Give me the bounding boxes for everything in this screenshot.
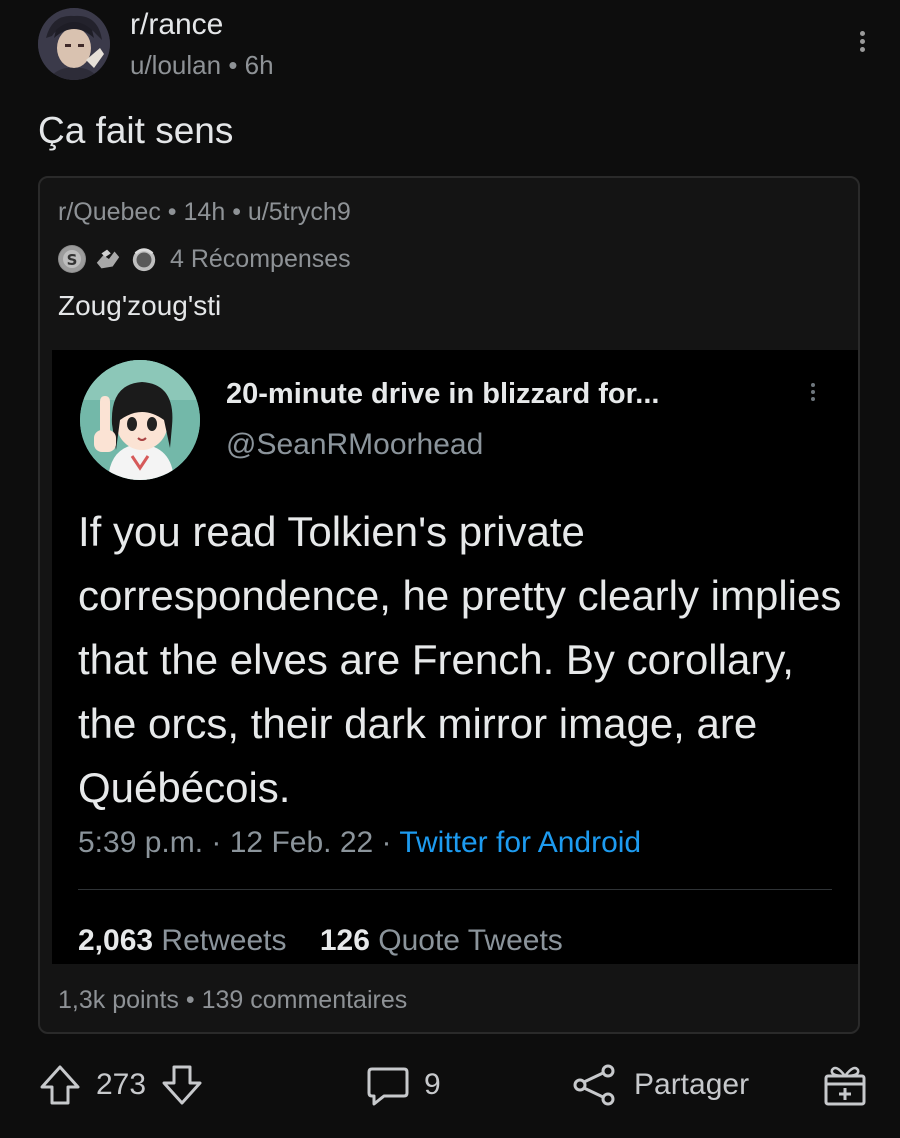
- comments-button[interactable]: 9: [366, 1060, 441, 1110]
- subreddit-name[interactable]: r/rance: [130, 8, 223, 42]
- crosspost-points: 1,3k points: [58, 986, 179, 1014]
- retweets-count: 2,063: [78, 924, 154, 957]
- meta-separator: •: [228, 50, 238, 80]
- retweets-label: Retweets: [161, 924, 287, 957]
- post-meta: u/loulan • 6h: [130, 50, 274, 81]
- tweet-handle: @SeanRMoorhead: [226, 428, 484, 461]
- wholesome-award-icon: [94, 245, 122, 273]
- quotes-count: 126: [319, 924, 370, 957]
- user-avatar[interactable]: [38, 8, 110, 80]
- crosspost-author[interactable]: u/5trych9: [248, 198, 351, 226]
- crosspost-age: 14h: [183, 198, 226, 226]
- helpful-award-icon: [130, 245, 158, 273]
- crosspost-comments: 139 commentaires: [201, 986, 408, 1014]
- vote-count: 273: [96, 1068, 147, 1101]
- tweet-date: 12 Feb. 22: [229, 826, 374, 859]
- silver-award-icon: S: [58, 245, 86, 273]
- tweet-divider: [78, 889, 832, 890]
- awards-label: 4 Récompenses: [170, 244, 351, 273]
- crosspost-meta: r/Quebec • 14h • u/5trych9: [58, 198, 351, 226]
- post-author[interactable]: u/loulan: [130, 50, 221, 80]
- downvote-icon[interactable]: [160, 1063, 204, 1107]
- tweet-timestamp: 5:39 p.m. · 12 Feb. 22 · Twitter for And…: [78, 826, 642, 859]
- tweet-stats: 2,063 Retweets 126 Quote Tweets: [78, 924, 563, 958]
- share-icon: [572, 1063, 616, 1107]
- crosspost-footer: 1,3k points • 139 commentaires: [58, 986, 408, 1014]
- comment-icon: [366, 1063, 410, 1107]
- tweet-time: 5:39 p.m.: [78, 826, 204, 859]
- share-label: Partager: [634, 1068, 750, 1101]
- share-button[interactable]: Partager: [572, 1060, 749, 1110]
- tweet-more-icon: [803, 380, 823, 414]
- post-age: 6h: [244, 50, 274, 80]
- more-options-icon[interactable]: [850, 28, 874, 58]
- crosspost-title[interactable]: Zoug'zoug'sti: [58, 290, 221, 322]
- tweet-avatar: [80, 360, 200, 480]
- vote-controls: 273: [38, 1060, 204, 1110]
- crosspost-subreddit[interactable]: r/Quebec: [58, 198, 161, 226]
- svg-text:S: S: [67, 251, 78, 269]
- comment-count: 9: [424, 1068, 441, 1101]
- post-title: Ça fait sens: [38, 110, 234, 151]
- upvote-icon[interactable]: [38, 1063, 82, 1107]
- awards-row[interactable]: S 4 Récompenses: [58, 242, 351, 276]
- tweet-text: If you read Tolkien's private correspond…: [78, 508, 842, 811]
- award-gift-icon[interactable]: [822, 1062, 868, 1108]
- tweet-source: Twitter for Android: [399, 826, 642, 859]
- tweet-display-name: 20-minute drive in blizzard for...: [226, 378, 660, 410]
- quotes-label: Quote Tweets: [378, 924, 563, 957]
